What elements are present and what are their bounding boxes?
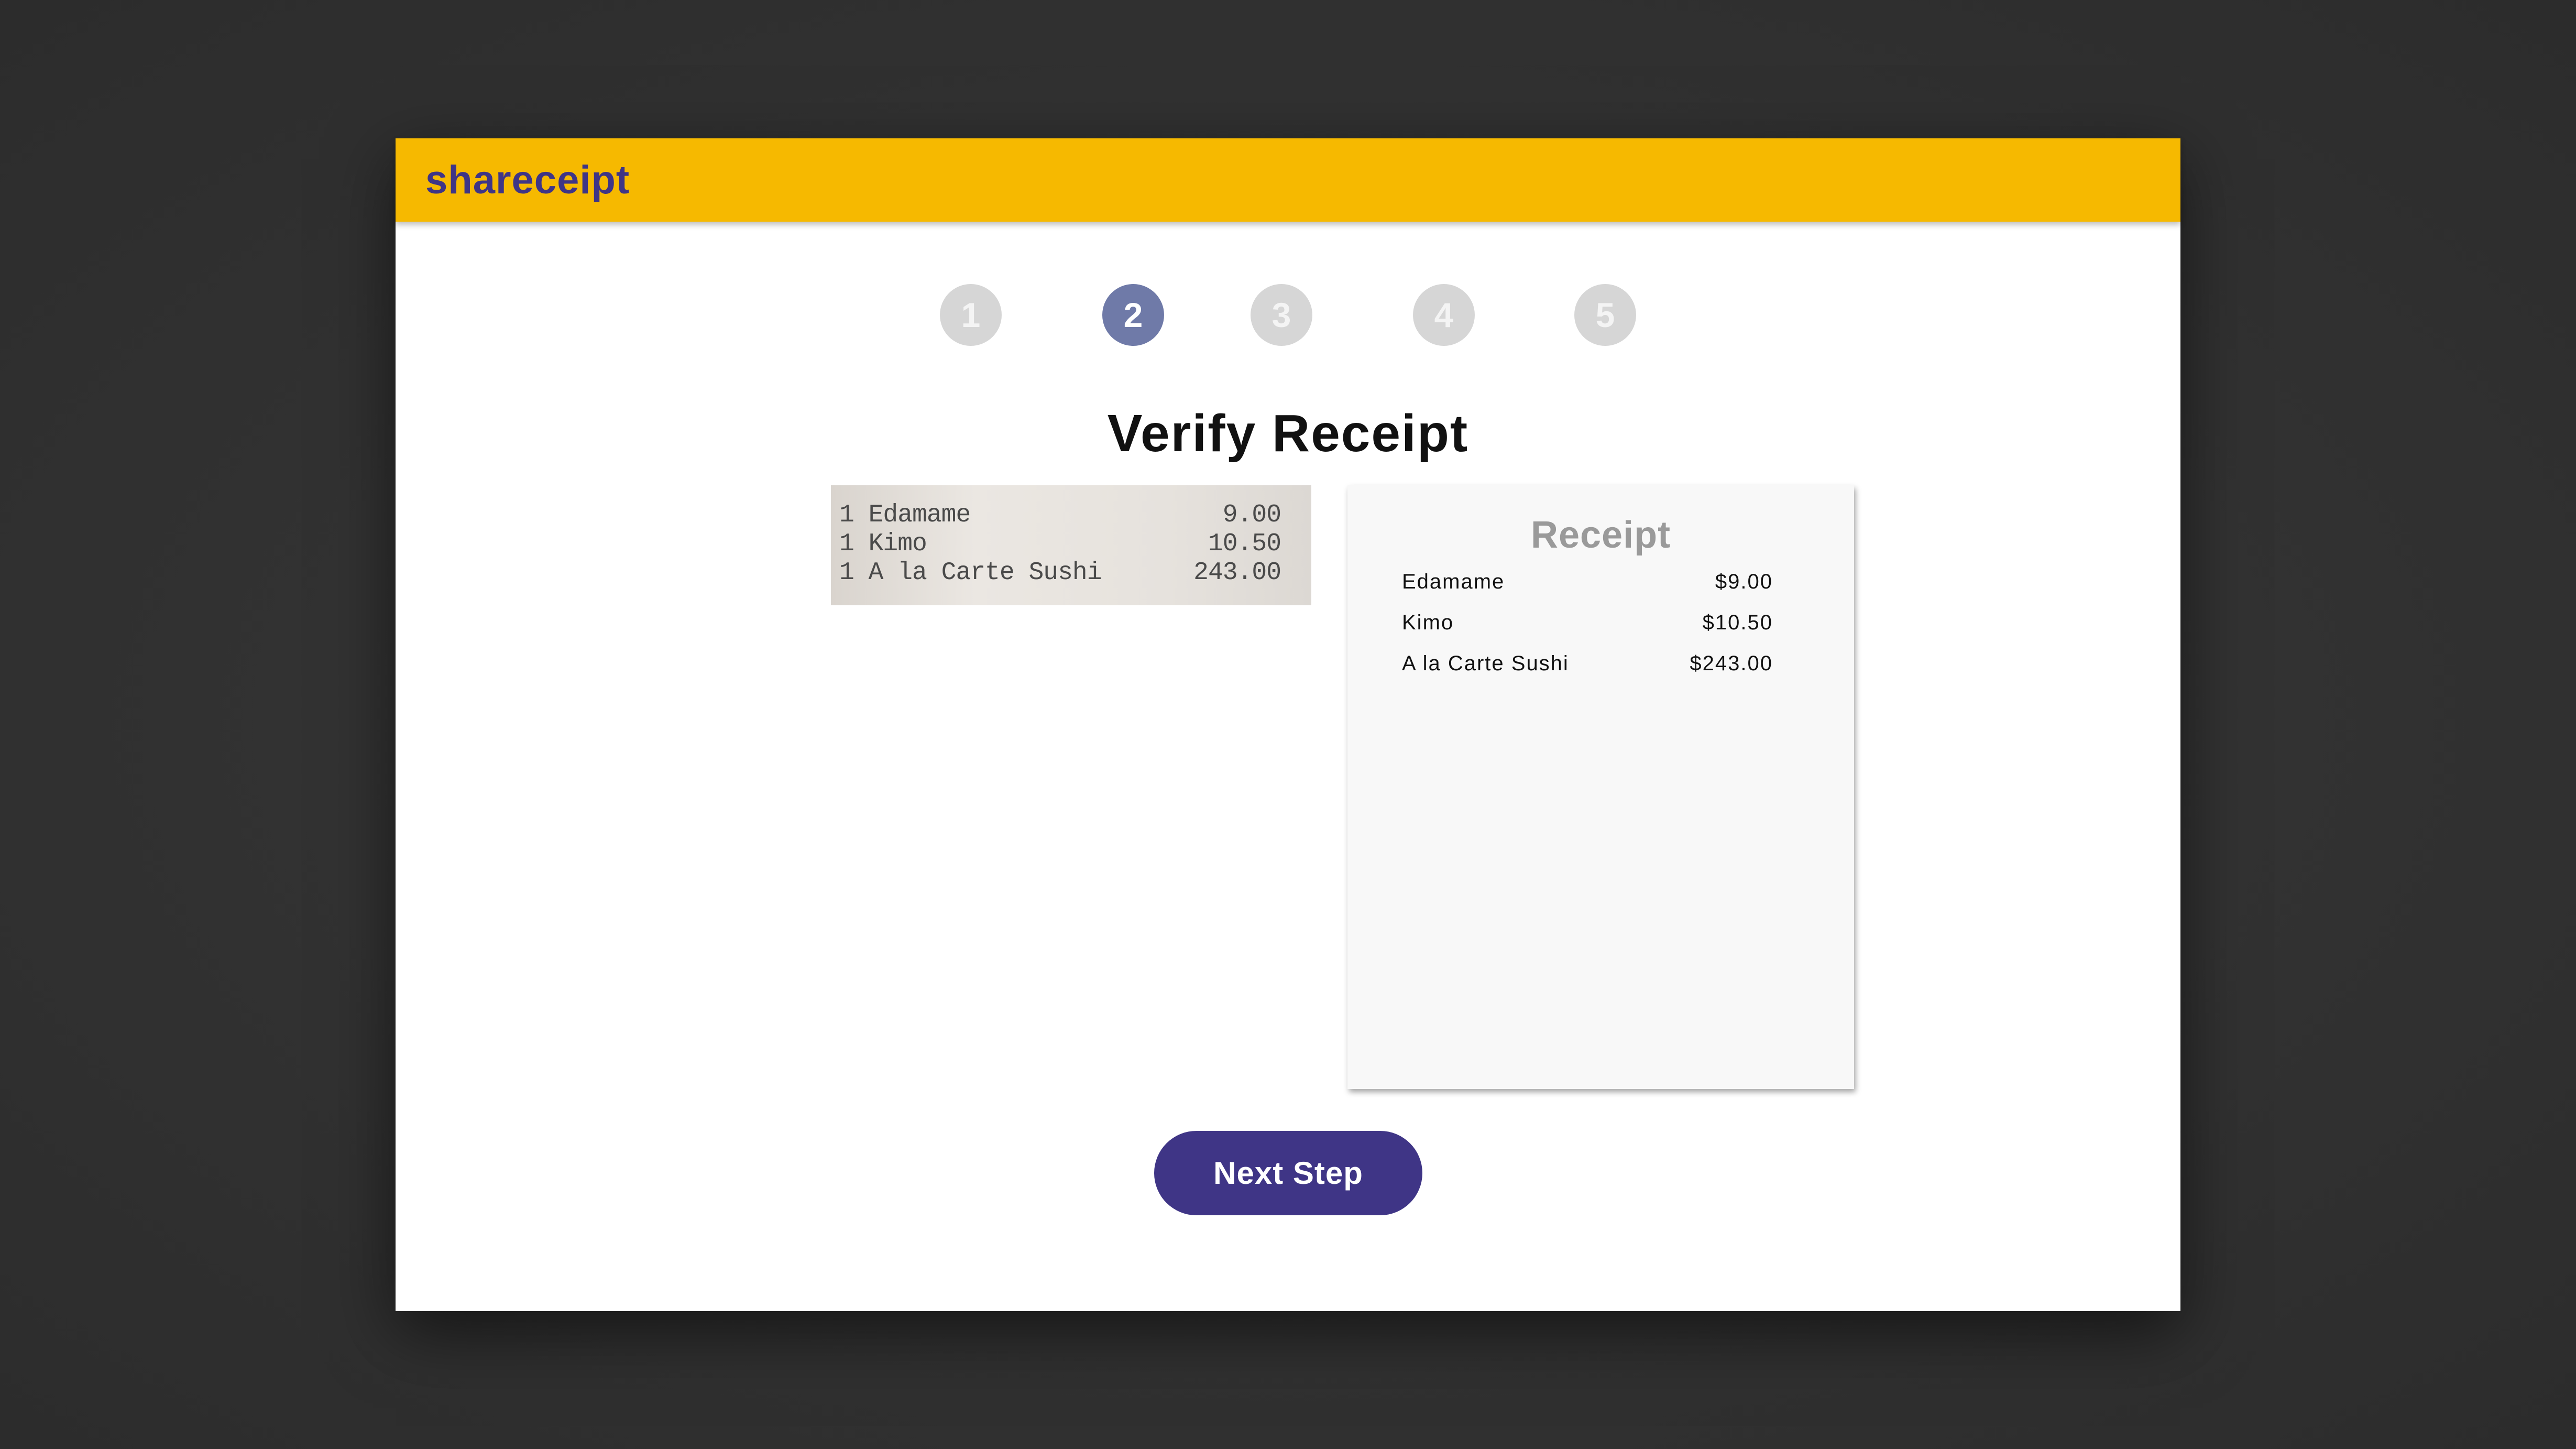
receipt-item-price[interactable]: $10.50 (1703, 607, 1773, 638)
receipt-title: Receipt (1530, 514, 1671, 556)
brand-logo[interactable]: shareceipt (425, 154, 630, 206)
photo-line: 1 A la Carte Sushi 243.00 (839, 559, 1281, 587)
receipt-item-row[interactable]: Kimo $10.50 (1402, 607, 1773, 638)
receipt-card: Receipt Edamame $9.00 Kimo $10.50 A la C… (1347, 485, 1854, 1089)
photo-line-amount: 9.00 (1222, 501, 1281, 529)
app-window: shareceipt 1 2 3 4 5 Verify Receipt 1 Ed… (396, 138, 2180, 1311)
photo-line-amount: 243.00 (1193, 559, 1281, 587)
receipt-item-price[interactable]: $243.00 (1690, 648, 1773, 679)
step-5[interactable]: 5 (1574, 284, 1636, 346)
receipt-item-name[interactable]: Kimo (1402, 607, 1454, 638)
receipt-item-name[interactable]: A la Carte Sushi (1402, 648, 1569, 679)
receipt-item-name[interactable]: Edamame (1402, 566, 1505, 597)
next-step-button[interactable]: Next Step (1154, 1131, 1422, 1215)
page-title: Verify Receipt (1107, 404, 1469, 463)
app-header: shareceipt (396, 138, 2180, 222)
photo-line-item: 1 Edamame (839, 501, 971, 529)
receipt-item-row[interactable]: Edamame $9.00 (1402, 566, 1773, 597)
receipt-item-price[interactable]: $9.00 (1715, 566, 1773, 597)
receipt-photo: 1 Edamame 9.00 1 Kimo 10.50 1 A la Carte… (831, 485, 1311, 605)
receipt-item-row[interactable]: A la Carte Sushi $243.00 (1402, 648, 1773, 679)
photo-line-item: 1 Kimo (839, 530, 927, 558)
step-3[interactable]: 3 (1251, 284, 1312, 346)
step-4[interactable]: 4 (1413, 284, 1475, 346)
photo-line: 1 Kimo 10.50 (839, 530, 1281, 558)
photo-line: 1 Edamame 9.00 (839, 501, 1281, 529)
photo-line-amount: 10.50 (1208, 530, 1281, 558)
step-1[interactable]: 1 (940, 284, 1002, 346)
step-2-current[interactable]: 2 (1102, 284, 1164, 346)
photo-line-item: 1 A la Carte Sushi (839, 559, 1102, 587)
